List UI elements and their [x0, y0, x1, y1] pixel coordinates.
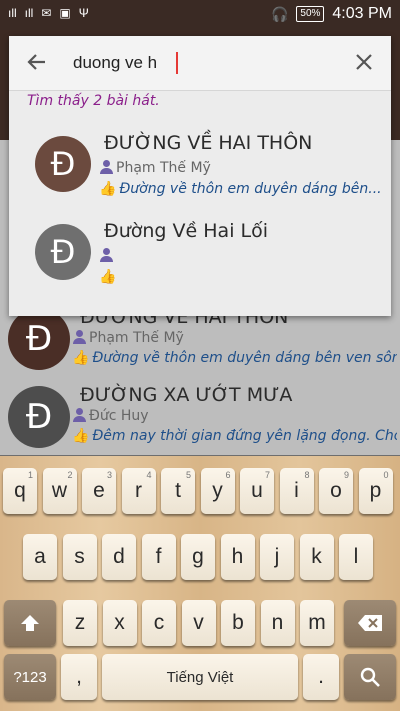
key-label: i — [294, 479, 299, 502]
backspace-key[interactable] — [344, 600, 396, 646]
key-h[interactable]: h — [220, 534, 255, 580]
thumbs-up-icon: 👍 — [99, 269, 117, 285]
key-v[interactable]: v — [181, 600, 216, 646]
key-w[interactable]: 2w — [42, 468, 77, 514]
search-key[interactable] — [344, 654, 396, 700]
comma-key[interactable]: , — [61, 654, 97, 700]
key-f[interactable]: f — [141, 534, 176, 580]
message-icon: ✉ — [41, 6, 52, 20]
key-n[interactable]: n — [260, 600, 295, 646]
search-panel: Tìm thấy 2 bài hát. Đ ĐƯỜNG VỀ HAI THÔN … — [9, 36, 391, 316]
text-cursor — [176, 52, 178, 74]
key-label: e — [93, 479, 105, 502]
key-k[interactable]: k — [299, 534, 334, 580]
song-artist: Phạm Thế Mỹ — [89, 330, 184, 346]
key-t[interactable]: 5t — [161, 468, 195, 514]
close-icon[interactable] — [352, 50, 376, 74]
song-title: ĐƯỜNG XA ƯỚT MƯA — [80, 384, 293, 406]
signal-icon-2: ıll — [24, 6, 34, 20]
key-r[interactable]: 4r — [121, 468, 156, 514]
person-icon — [99, 160, 113, 174]
key-hint: 6 — [225, 470, 231, 480]
key-label: t — [175, 479, 181, 502]
backspace-icon — [358, 615, 382, 631]
key-d[interactable]: d — [102, 534, 136, 580]
symbols-key[interactable]: ?123 — [4, 654, 56, 700]
search-bar — [9, 36, 391, 91]
key-x[interactable]: x — [102, 600, 137, 646]
key-g[interactable]: g — [181, 534, 215, 580]
key-y[interactable]: 6y — [200, 468, 235, 514]
key-o[interactable]: 9o — [319, 468, 353, 514]
key-hint: 5 — [185, 470, 191, 480]
key-label: o — [330, 479, 342, 502]
key-hint: 8 — [304, 470, 310, 480]
key-label: q — [14, 479, 26, 502]
song-lyric: Đường về thôn em duyên dáng bên... — [119, 181, 382, 197]
period-key[interactable]: . — [303, 654, 339, 700]
key-u[interactable]: 7u — [240, 468, 274, 514]
battery-indicator: 50% — [296, 6, 325, 22]
key-p[interactable]: 0p — [358, 468, 393, 514]
thumbs-up-icon: 👍 — [72, 428, 90, 444]
key-b[interactable]: b — [221, 600, 255, 646]
status-bar: ıll ıll ✉ ▣ Ψ 🎧 50% 4:03 PM — [0, 0, 400, 30]
avatar: Đ — [8, 308, 70, 370]
avatar: Đ — [8, 386, 70, 448]
key-label: p — [369, 479, 382, 502]
key-e[interactable]: 3e — [82, 468, 116, 514]
key-c[interactable]: c — [142, 600, 176, 646]
key-hint: 4 — [146, 470, 152, 480]
keyboard: 1q2w3e4r5t6y7u8i9o0p asdfghjkl zxcvbnm ?… — [0, 456, 400, 711]
key-hint: 9 — [343, 470, 349, 480]
song-lyric: Đêm nay thời gian đứng yên lặng đọng. Ch… — [92, 428, 397, 444]
person-icon — [72, 408, 86, 422]
shift-arrow-icon — [21, 615, 39, 631]
search-icon — [360, 667, 380, 687]
song-lyric: Đường về thôn em duyên dáng bên ven sôn.… — [92, 350, 397, 366]
signal-icon: ıll — [8, 6, 17, 20]
search-input[interactable] — [73, 50, 343, 76]
search-result-item[interactable]: Đ ĐƯỜNG VỀ HAI THÔN Phạm Thế Mỹ 👍 Đường v… — [9, 124, 391, 208]
key-label: w — [51, 479, 68, 502]
key-label: r — [135, 479, 142, 502]
key-q[interactable]: 1q — [3, 468, 37, 514]
song-title: ĐƯỜNG VỀ HAI THÔN — [104, 132, 313, 154]
key-hint: 3 — [106, 470, 112, 480]
key-hint: 0 — [383, 470, 389, 480]
song-title: Đường Về Hai Lối — [104, 220, 268, 242]
key-s[interactable]: s — [62, 534, 97, 580]
shift-key[interactable] — [4, 600, 56, 646]
key-j[interactable]: j — [260, 534, 294, 580]
usb-icon: Ψ — [78, 6, 89, 20]
person-icon — [99, 248, 113, 262]
song-artist: Đức Huy — [89, 408, 149, 424]
avatar: Đ — [35, 136, 91, 192]
space-key[interactable]: Tiếng Việt — [102, 654, 298, 700]
key-hint: 7 — [264, 470, 270, 480]
person-icon — [72, 330, 86, 344]
key-l[interactable]: l — [339, 534, 373, 580]
key-a[interactable]: a — [23, 534, 57, 580]
song-artist: Phạm Thế Mỹ — [116, 160, 211, 176]
thumbs-up-icon: 👍 — [72, 350, 90, 366]
key-hint: 2 — [67, 470, 73, 480]
image-icon: ▣ — [59, 6, 71, 20]
clock: 4:03 PM — [332, 5, 392, 22]
headphones-icon: 🎧 — [270, 5, 289, 22]
back-arrow-icon[interactable] — [25, 50, 49, 74]
search-result-item[interactable]: Đ Đường Về Hai Lối 👍 — [9, 212, 391, 296]
key-hint: 1 — [27, 470, 33, 480]
key-m[interactable]: m — [300, 600, 334, 646]
list-item[interactable]: Đ ĐƯỜNG XA ƯỚT MƯA Đức Huy 👍 Đêm nay thời… — [0, 378, 400, 456]
thumbs-up-icon: 👍 — [99, 181, 117, 197]
key-label: y — [212, 479, 223, 502]
key-i[interactable]: 8i — [279, 468, 314, 514]
avatar: Đ — [35, 224, 91, 280]
key-label: u — [251, 479, 263, 502]
key-z[interactable]: z — [63, 600, 97, 646]
result-count: Tìm thấy 2 bài hát. — [27, 93, 160, 109]
